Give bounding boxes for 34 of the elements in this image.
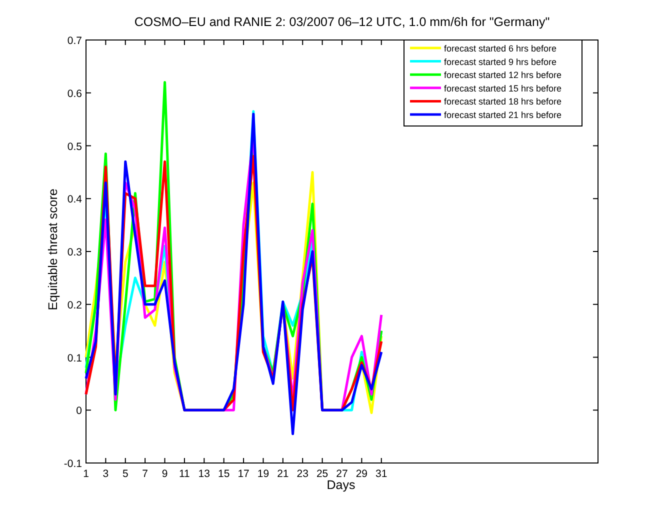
x-tick-label: 23 [296,468,308,480]
x-tick-label: 15 [218,468,230,480]
x-tick-label: 3 [102,468,109,480]
y-tick-label: 0.1 [67,352,82,364]
x-tick-label: 5 [122,468,128,480]
x-tick-label: 13 [198,468,210,480]
y-tick-label: 0.3 [67,246,82,258]
y-axis-label: Equitable threat score [46,188,60,310]
x-tick-label: 17 [238,468,250,480]
legend-label: forecast started 21 hrs before [444,110,562,120]
x-tick-label: 1 [83,468,89,480]
y-tick-label: 0 [76,405,82,418]
x-tick-label: 27 [336,468,348,480]
legend-label: forecast started 12 hrs before [444,70,562,80]
x-tick-label: 9 [162,468,168,480]
x-axis-label: Days [326,478,356,492]
y-tick-label: 0.7 [67,35,82,47]
x-tick-label: 31 [376,468,388,480]
y-tick-label: -0.1 [64,458,82,470]
y-tick-label: 0.6 [67,88,82,100]
y-tick-label: 0.2 [67,299,82,312]
legend-label: forecast started 9 hrs before [444,56,557,67]
legend-label: forecast started 6 hrs before [444,44,557,54]
x-tick-label: 7 [142,468,148,480]
legend-label: forecast started 15 hrs before [444,83,562,94]
y-tick-label: 0.5 [67,140,82,153]
x-tick-label: 25 [316,468,328,480]
x-tick-label: 21 [277,468,289,480]
x-tick-label: 11 [179,468,190,480]
x-tick-label: 29 [356,468,368,480]
chart-title: COSMO–EU and RANIE 2: 03/2007 06–12 UTC, 1.0 mm/6h for "Germany" [134,15,550,29]
legend-label: forecast started 18 hrs before [444,96,562,107]
y-tick-label: 0.4 [67,194,82,206]
x-tick-label: 19 [257,468,270,480]
